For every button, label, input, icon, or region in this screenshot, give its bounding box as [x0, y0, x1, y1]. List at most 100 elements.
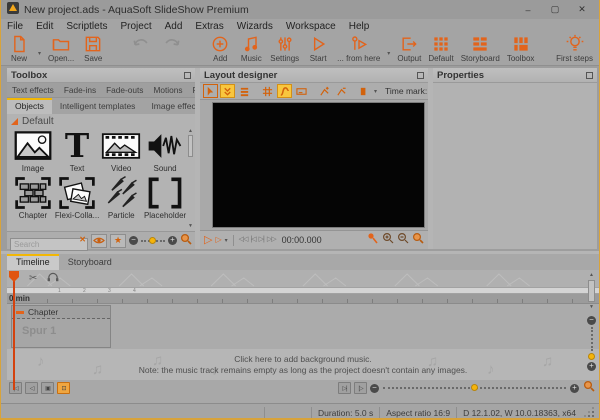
tab-timeline[interactable]: Timeline [7, 254, 59, 270]
vzoom-in[interactable]: + [587, 362, 596, 371]
zoom-out-magnifier-icon[interactable] [397, 231, 409, 249]
vscroll-thumb[interactable] [588, 280, 595, 302]
default-workspace-button[interactable]: Default [428, 34, 453, 63]
play-dropdown-caret[interactable]: ▾ [225, 237, 228, 244]
tab-storyboard[interactable]: Storyboard [59, 254, 121, 270]
layout-designer-float-button[interactable] [417, 72, 424, 79]
add-path-point-button[interactable] [317, 84, 332, 98]
new-button[interactable]: New [7, 34, 31, 63]
object-placeholder[interactable]: Placeholder [143, 175, 187, 220]
scroll-up-icon[interactable]: ▲ [188, 128, 193, 134]
zoom-in-button[interactable]: + [168, 236, 177, 245]
tab-fade-ins[interactable]: Fade-ins [59, 83, 101, 97]
default-section-header[interactable]: Default [11, 115, 187, 128]
menu-wizards[interactable]: Wizards [237, 21, 273, 32]
select-tool-button[interactable] [203, 84, 218, 98]
search-clear-icon[interactable]: ✕ [79, 235, 86, 244]
nav-last-button[interactable]: |▷ [354, 382, 367, 394]
minimize-button[interactable]: – [517, 5, 539, 15]
zoom-out-button[interactable]: − [129, 236, 138, 245]
object-particle[interactable]: Particle [99, 175, 143, 220]
play-from-button[interactable]: ▷ [215, 236, 221, 244]
toolbox-float-button[interactable] [184, 72, 191, 79]
menu-edit[interactable]: Edit [36, 21, 53, 32]
preview-eye-button[interactable] [91, 234, 107, 248]
menu-extras[interactable]: Extras [195, 21, 223, 32]
text-field-button[interactable] [294, 84, 309, 98]
menu-project[interactable]: Project [120, 21, 151, 32]
timeline-scrollbar[interactable]: 1 2 3 4 [7, 287, 599, 294]
search-input[interactable] [10, 238, 88, 251]
tab-intelligent-templates[interactable]: Intelligent templates [52, 98, 144, 114]
vzoom-slider[interactable] [591, 327, 593, 351]
menu-help[interactable]: Help [349, 21, 370, 32]
scissors-icon[interactable]: ✂ [29, 273, 37, 284]
timeline-zoom-in[interactable]: + [570, 384, 579, 393]
vscroll-up-icon[interactable]: ▲ [589, 272, 594, 278]
favorites-star-button[interactable]: ★ [110, 234, 126, 248]
next-frame-button[interactable]: ▷| [259, 236, 264, 244]
first-steps-button[interactable]: First steps [556, 34, 593, 63]
play-button[interactable]: ▷ [204, 235, 212, 246]
nav-first-button[interactable]: |◁ [9, 382, 22, 394]
timeline-ruler[interactable]: 0 min [7, 294, 599, 304]
toolbox-scrollbar[interactable]: ▲ ▼ [187, 128, 194, 229]
storyboard-workspace-button[interactable]: Storyboard [461, 34, 500, 63]
music-button[interactable]: Music [239, 34, 263, 63]
timeline-zoom-slider[interactable] [383, 387, 566, 389]
object-video[interactable]: Video [99, 128, 143, 173]
save-button[interactable]: Save [81, 34, 105, 63]
menu-file[interactable]: File [7, 21, 23, 32]
keyframe-icon[interactable] [367, 231, 379, 249]
zoom-fit-magnifier-icon[interactable] [412, 231, 424, 249]
start-button[interactable]: Start [306, 34, 330, 63]
skip-back-button[interactable]: ◁◁ [239, 236, 248, 244]
track-spur1[interactable]: Spur 1 [12, 319, 110, 337]
object-text[interactable]: T Text [55, 128, 99, 173]
preview-canvas[interactable] [212, 102, 425, 228]
tab-fade-outs[interactable]: Fade-outs [101, 83, 148, 97]
nav-prev-button[interactable]: ◁ [25, 382, 38, 394]
nav-next-button[interactable]: ▷| [338, 382, 351, 394]
object-sound[interactable]: Sound [143, 128, 187, 173]
tab-motions[interactable]: Motions [148, 83, 187, 97]
chapter-track[interactable]: Chapter Spur 1 [11, 305, 111, 348]
nav-frame-button[interactable]: ▣ [41, 382, 54, 394]
slider-handle[interactable] [149, 237, 156, 244]
undo-button[interactable] [129, 34, 153, 54]
open-button[interactable]: Open... [48, 34, 74, 63]
menu-add[interactable]: Add [165, 21, 183, 32]
remove-path-point-button[interactable] [334, 84, 349, 98]
add-button[interactable]: Add [208, 34, 232, 63]
vzoom-handle[interactable] [588, 353, 595, 360]
redo-button[interactable] [160, 34, 184, 54]
maximize-button[interactable]: ▢ [544, 4, 566, 15]
properties-float-button[interactable] [586, 72, 593, 79]
chapter-collapse-icon[interactable] [16, 311, 24, 314]
vscroll-down-icon[interactable]: ▼ [589, 304, 594, 310]
scrollbar-thumb[interactable] [188, 135, 193, 157]
music-track[interactable]: ♪ ♫ ♫ ♪ ♫ ♪ ♫ Click here to add backgrou… [7, 349, 599, 380]
object-chapter[interactable]: Chapter [11, 175, 55, 220]
headphones-icon[interactable] [47, 272, 59, 285]
new-dropdown-caret[interactable]: ▾ [38, 50, 41, 57]
menu-workspace[interactable]: Workspace [286, 21, 336, 32]
zoom-in-magnifier-icon[interactable] [382, 231, 394, 249]
object-flexi-collage[interactable]: Flexi-Colla... [55, 175, 99, 220]
icon-size-slider[interactable] [141, 240, 165, 242]
start-from-here-button[interactable]: ... from here [337, 34, 380, 63]
prev-frame-button[interactable]: |◁ [250, 236, 255, 244]
skip-fwd-button[interactable]: ▷▷ [267, 236, 276, 244]
from-here-dropdown-caret[interactable]: ▾ [387, 50, 390, 57]
object-image[interactable]: Image [11, 128, 55, 173]
output-button[interactable]: Output [397, 34, 421, 63]
menu-scriptlets[interactable]: Scriptlets [66, 21, 107, 32]
motion-path-button[interactable] [277, 84, 292, 98]
grid-button[interactable] [260, 84, 275, 98]
nav-select-mode-button[interactable]: ⊡ [57, 382, 70, 394]
settings-button[interactable]: Settings [270, 34, 299, 63]
time-marker-button[interactable] [357, 84, 372, 98]
toolbox-workspace-button[interactable]: Toolbox [507, 34, 535, 63]
tab-objects[interactable]: Objects [7, 98, 52, 114]
marker-dropdown-caret[interactable]: ▾ [374, 88, 377, 95]
